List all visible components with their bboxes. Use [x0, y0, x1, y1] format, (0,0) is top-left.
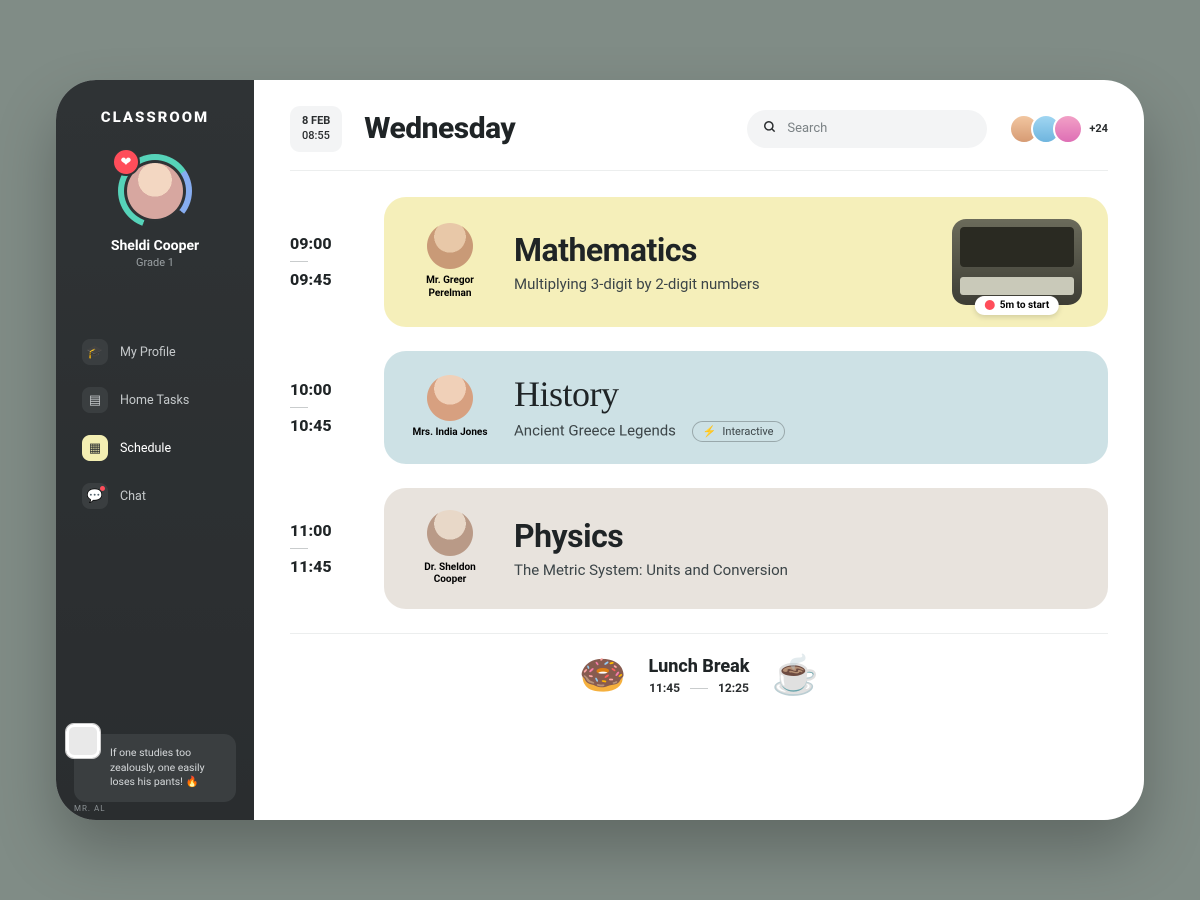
time-dash	[290, 548, 308, 549]
start-time: 09:00	[290, 234, 362, 253]
classroom-thumbnail[interactable]: 5m to start	[952, 219, 1082, 305]
lesson-desc: The Metric System: Units and Conversion	[514, 561, 1082, 579]
einstein-avatar	[66, 724, 100, 758]
avatar	[1053, 114, 1083, 144]
main-content: 8 FEB 08:55 Wednesday Search +24 09:00	[254, 80, 1144, 820]
teacher-avatar	[427, 223, 473, 269]
start-time: 11:00	[290, 521, 362, 540]
lesson-desc: Ancient Greece Legends ⚡ Interactive	[514, 421, 1082, 442]
avatars-more-count: +24	[1089, 122, 1108, 135]
classmates-avatars[interactable]: +24	[1009, 114, 1108, 144]
nav-home-tasks[interactable]: ▤ Home Tasks	[74, 377, 236, 423]
time-range: 11:00 11:45	[290, 488, 362, 609]
user-grade: Grade 1	[136, 256, 174, 269]
lesson-card-mathematics[interactable]: Mr. Gregor Perelman Mathematics Multiply…	[384, 197, 1108, 327]
lesson-title: History	[514, 373, 1082, 415]
quote-author: MR. AL	[74, 803, 106, 814]
teacher-avatar	[427, 375, 473, 421]
topbar: 8 FEB 08:55 Wednesday Search +24	[290, 106, 1108, 171]
graduate-icon: 🎓	[82, 339, 108, 365]
teacher-name: Mrs. India Jones	[413, 427, 488, 440]
date-label: 8 FEB	[302, 114, 330, 129]
search-icon	[763, 120, 777, 138]
badge-text: 5m to start	[1000, 300, 1049, 311]
lesson-row: 11:00 11:45 Dr. Sheldon Cooper Physics T…	[290, 488, 1108, 609]
lesson-card-history[interactable]: Mrs. India Jones History Ancient Greece …	[384, 351, 1108, 464]
lesson-desc: Multiplying 3-digit by 2-digit numbers	[514, 275, 928, 293]
start-time: 10:00	[290, 380, 362, 399]
search-input[interactable]: Search	[747, 110, 987, 148]
nav-label: Home Tasks	[120, 393, 189, 408]
teacher-name: Dr. Sheldon Cooper	[410, 562, 490, 587]
start-countdown-badge: 5m to start	[975, 296, 1059, 315]
donut-icon: 🍩	[579, 654, 626, 698]
nav-schedule[interactable]: ▦ Schedule	[74, 425, 236, 471]
time-label: 08:55	[302, 129, 330, 144]
quote-text: If one studies too zealously, one easily…	[110, 746, 224, 790]
lesson-info: Physics The Metric System: Units and Con…	[514, 517, 1082, 579]
day-title: Wednesday	[364, 111, 515, 146]
lesson-desc-text: Ancient Greece Legends	[514, 421, 676, 439]
time-dash	[690, 688, 708, 689]
app-window: CLASSROOM ❤ Sheldi Cooper Grade 1 🎓 My P…	[56, 80, 1144, 820]
end-time: 11:45	[290, 557, 362, 576]
interactive-tag: ⚡ Interactive	[692, 421, 785, 442]
clock-icon	[985, 300, 995, 310]
quote-card[interactable]: If one studies too zealously, one easily…	[74, 734, 236, 802]
nav-chat[interactable]: 💬 Chat	[74, 473, 236, 519]
lesson-row: 09:00 09:45 Mr. Gregor Perelman Mathemat…	[290, 197, 1108, 327]
nav-label: My Profile	[120, 345, 176, 360]
lesson-row: 10:00 10:45 Mrs. India Jones History Anc…	[290, 351, 1108, 464]
teacher-block: Dr. Sheldon Cooper	[410, 510, 490, 587]
lesson-info: Mathematics Multiplying 3-digit by 2-dig…	[514, 231, 928, 293]
tag-label: Interactive	[722, 425, 773, 438]
nav-my-profile[interactable]: 🎓 My Profile	[74, 329, 236, 375]
lesson-card-physics[interactable]: Dr. Sheldon Cooper Physics The Metric Sy…	[384, 488, 1108, 609]
end-time: 10:45	[290, 416, 362, 435]
lesson-info: History Ancient Greece Legends ⚡ Interac…	[514, 373, 1082, 442]
break-title: Lunch Break	[649, 656, 750, 677]
end-time: 09:45	[290, 270, 362, 289]
teacher-block: Mrs. India Jones	[410, 375, 490, 440]
time-range: 09:00 09:45	[290, 197, 362, 327]
coffee-icon: ☕	[772, 654, 819, 698]
lesson-title: Physics	[514, 517, 1082, 555]
teacher-name: Mr. Gregor Perelman	[410, 275, 490, 300]
book-icon: ▤	[82, 387, 108, 413]
date-box[interactable]: 8 FEB 08:55	[290, 106, 342, 152]
teacher-block: Mr. Gregor Perelman	[410, 223, 490, 300]
heart-notification-icon[interactable]: ❤	[112, 148, 140, 176]
brand-logo: CLASSROOM	[74, 108, 236, 126]
lightning-icon: ⚡	[703, 425, 717, 438]
time-dash	[290, 407, 308, 408]
user-name: Sheldi Cooper	[111, 238, 199, 254]
break-end: 12:25	[718, 681, 749, 695]
nav-label: Schedule	[120, 441, 171, 456]
sidebar: CLASSROOM ❤ Sheldi Cooper Grade 1 🎓 My P…	[56, 80, 254, 820]
lunch-break: 🍩 Lunch Break 11:45 12:25 ☕	[290, 633, 1108, 704]
time-dash	[290, 261, 308, 262]
schedule-list: 09:00 09:45 Mr. Gregor Perelman Mathemat…	[290, 171, 1108, 704]
time-range: 10:00 10:45	[290, 351, 362, 464]
nav-label: Chat	[120, 489, 146, 504]
teacher-avatar	[427, 510, 473, 556]
calendar-icon: ▦	[82, 435, 108, 461]
chat-icon: 💬	[82, 483, 108, 509]
search-placeholder: Search	[787, 121, 827, 136]
user-profile-block[interactable]: ❤ Sheldi Cooper Grade 1	[74, 154, 236, 269]
break-start: 11:45	[649, 681, 680, 695]
sidebar-nav: 🎓 My Profile ▤ Home Tasks ▦ Schedule 💬 C…	[74, 329, 236, 519]
lesson-title: Mathematics	[514, 231, 928, 269]
avatar-ring: ❤	[118, 154, 192, 228]
